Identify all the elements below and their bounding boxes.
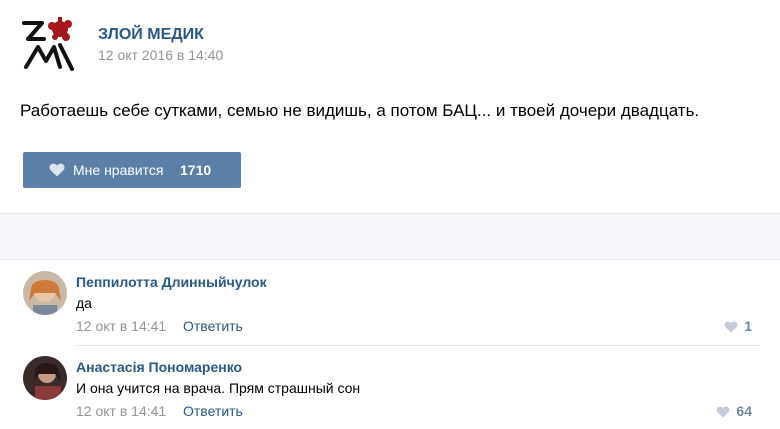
comment-item: Анастасія Пономаренко И она учится на вр… [0, 347, 780, 429]
post-author[interactable]: ЗЛОЙ МЕДИК [98, 26, 204, 44]
comment-item: Пеппилотта Длинныйчулок да 12 окт в 14:4… [0, 262, 780, 346]
post-date[interactable]: 12 окт 2016 в 14:40 [98, 47, 223, 63]
heart-icon [724, 320, 738, 333]
comment-like-button[interactable]: 1 [724, 318, 752, 334]
reply-button[interactable]: Ответить [183, 403, 243, 419]
group-logo[interactable] [20, 15, 78, 73]
post-text: Работаешь себе сутками, семью не видишь,… [20, 101, 700, 120]
divider [0, 259, 780, 260]
comment-text: И она учится на врача. Прям страшный сон [76, 380, 361, 396]
comment-date[interactable]: 12 окт в 14:41 [76, 318, 166, 334]
avatar[interactable] [23, 356, 67, 400]
section-gap [0, 214, 780, 259]
like-label: Мне нравится [73, 162, 164, 178]
like-count: 1710 [180, 162, 212, 178]
like-button[interactable]: Мне нравится 1710 [23, 152, 241, 188]
comment-text: да [76, 295, 92, 311]
comment-date[interactable]: 12 окт в 14:41 [76, 403, 166, 419]
heart-icon [716, 405, 730, 418]
comment-author[interactable]: Пеппилотта Длинныйчулок [76, 274, 267, 290]
post-header: ЗЛОЙ МЕДИК 12 окт 2016 в 14:40 [20, 15, 760, 75]
heart-icon [49, 163, 65, 177]
comment-like-count: 1 [744, 318, 752, 334]
reply-button[interactable]: Ответить [183, 318, 243, 334]
divider [75, 345, 760, 346]
avatar[interactable] [23, 271, 67, 315]
comment-like-count: 64 [736, 403, 752, 419]
comment-author[interactable]: Анастасія Пономаренко [76, 359, 242, 375]
comment-like-button[interactable]: 64 [716, 403, 752, 419]
